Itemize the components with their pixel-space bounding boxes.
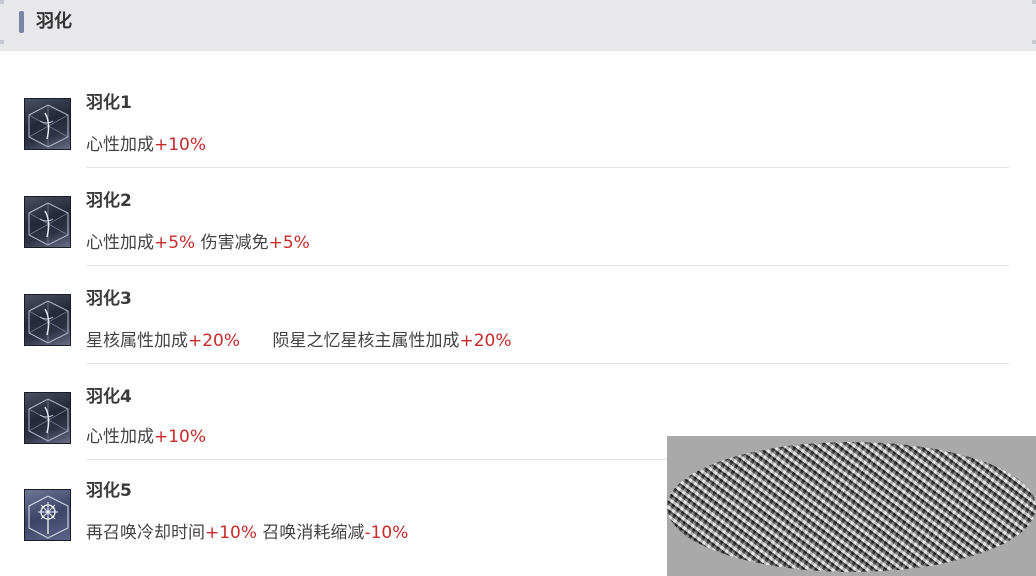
feather-cube-icon: [24, 294, 71, 346]
noise-overlay-image: [667, 436, 1036, 576]
corner-dot: [0, 0, 4, 4]
effect-value: -10%: [364, 523, 409, 543]
section-header: 羽化: [0, 0, 1036, 51]
list-item: 羽化3 星核属性加成+20% 陨星之忆星核主属性加成+20%: [0, 247, 1036, 364]
feather-cube-icon: [24, 98, 71, 150]
item-name: 羽化3: [86, 289, 132, 309]
item-name: 羽化2: [86, 191, 132, 211]
effect-label: 召唤消耗缩减: [257, 523, 365, 543]
list-item: 羽化4 心性加成+10%: [0, 345, 1036, 460]
effect-label: 再召唤冷却时间: [86, 523, 205, 543]
corner-dot: [0, 40, 4, 44]
item-effect: 再召唤冷却时间+10% 召唤消耗缩减-10%: [86, 523, 408, 543]
feather-cube-icon: [24, 196, 71, 248]
flower-cube-icon: [24, 489, 71, 541]
item-name: 羽化4: [86, 387, 132, 407]
section-title: 羽化: [36, 11, 72, 32]
feather-cube-icon: [24, 392, 71, 444]
effect-value: +10%: [205, 523, 258, 543]
header-accent-bar: [19, 11, 24, 33]
item-name: 羽化1: [86, 93, 132, 113]
noise-blob: [667, 442, 1036, 572]
list-item: 羽化2 心性加成+5% 伤害减免+5%: [0, 149, 1036, 266]
corner-dot: [1032, 40, 1036, 44]
corner-dot: [1032, 0, 1036, 4]
list-item: 羽化1 心性加成+10%: [0, 51, 1036, 168]
item-name: 羽化5: [86, 481, 132, 501]
